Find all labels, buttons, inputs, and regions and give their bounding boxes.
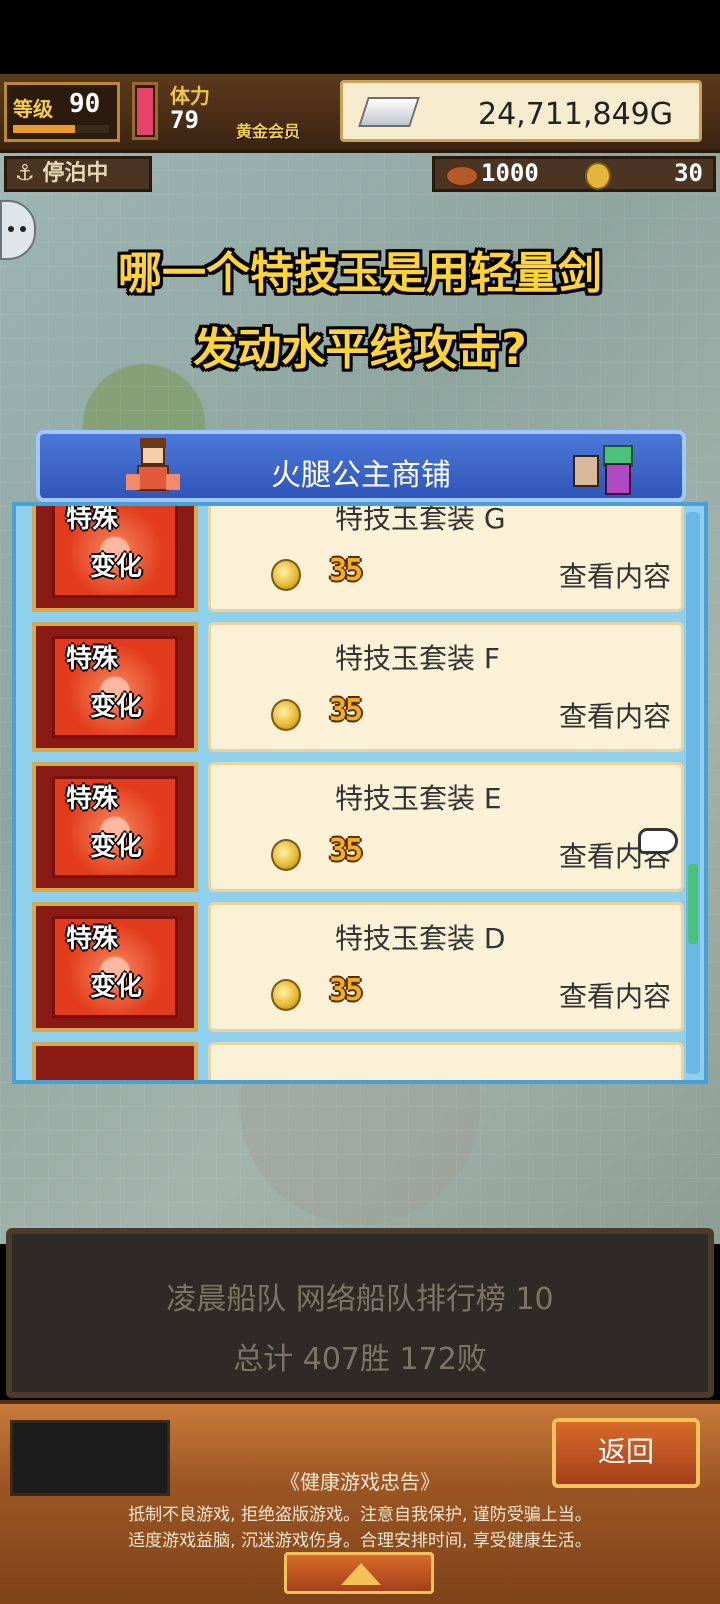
special-change-icon: 特殊 变化 — [32, 762, 198, 892]
dock-status-badge[interactable]: ⚓ 停泊中 — [4, 156, 152, 192]
shop-header: 火腿公主商铺 — [36, 430, 686, 502]
item-icon-label-1: 特殊 — [66, 924, 119, 954]
level-box: 等级 90 — [4, 82, 120, 142]
special-change-icon: 特殊 变化 — [32, 622, 198, 752]
resource-a-value: 1000 — [481, 159, 539, 187]
item-icon-label-1: 特殊 — [66, 644, 119, 674]
health-advice-title: 《健康游戏忠告》 — [280, 1470, 440, 1494]
item-name: 特技玉套装 E — [335, 782, 502, 815]
item-price: 35 — [329, 833, 363, 868]
item-icon-label-1: 特殊 — [66, 784, 119, 814]
item-icon-label-2: 变化 — [90, 832, 143, 862]
status-row: ⚓ 停泊中 1000 30 — [0, 152, 720, 196]
level-progress-bar — [13, 125, 109, 133]
health-advice-line-1: 抵制不良游戏, 拒绝盗版游戏。注意自我保护, 谨防受骗上当。 — [128, 1505, 592, 1525]
fleet-ranking-panel: 凌晨船队 网络船队排行榜 10 总计 407胜 172败 — [6, 1228, 714, 1398]
item-icon-label-2: 变化 — [90, 972, 143, 1002]
view-contents-button[interactable]: 查看内容 — [559, 555, 671, 595]
silver-bar-icon — [358, 97, 420, 127]
medal-coin-icon — [271, 559, 301, 591]
medal-coin-icon — [271, 979, 301, 1011]
gold-amount: 24,711,849G — [477, 97, 673, 132]
scrollbar-thumb[interactable] — [688, 864, 698, 944]
medal-icon — [585, 162, 611, 190]
level-label: 等级 — [13, 97, 53, 121]
ranking-line-1: 凌晨船队 网络船队排行榜 10 — [166, 1282, 554, 1317]
resource-bar: 1000 30 — [432, 156, 716, 192]
item-card[interactable] — [208, 1042, 684, 1080]
view-contents-button[interactable]: 查看内容 — [559, 975, 671, 1015]
merchant-icon — [573, 445, 633, 495]
medal-coin-icon — [271, 699, 301, 731]
stamina-label: 体力 — [170, 84, 210, 108]
gold-member-badge: 黄金会员 — [236, 122, 301, 141]
item-icon-label-1: 特殊 — [66, 504, 119, 534]
item-card[interactable]: 特技玉套装 D 35 查看内容 — [208, 902, 684, 1032]
item-card[interactable]: 特技玉套装 E 35 查看内容 — [208, 762, 684, 892]
bottom-bar: 返回 《健康游戏忠告》 抵制不良游戏, 拒绝盗版游戏。注意自我保护, 谨防受骗上… — [0, 1400, 720, 1604]
item-price: 35 — [329, 553, 363, 588]
item-icon-label-2: 变化 — [90, 552, 143, 582]
question-overlay: 哪一个特技玉是用轻量剑 发动水平线攻击? — [0, 236, 720, 388]
resource-b-value: 30 — [674, 159, 703, 187]
shop-item[interactable]: 特殊 变化 特技玉套装 F 35 查看内容 — [24, 618, 686, 756]
ranking-line-2: 总计 407胜 172败 — [233, 1342, 487, 1377]
hp-gauge — [132, 82, 158, 140]
shop-item[interactable]: 特殊 变化 特技玉套装 G 35 查看内容 — [24, 502, 686, 616]
level-progress-fill — [13, 125, 76, 133]
dock-status-text: 停泊中 — [42, 161, 109, 186]
item-icon-label-2: 变化 — [90, 692, 143, 722]
eye-dot — [20, 226, 26, 232]
item-name: 特技玉套装 D — [335, 922, 506, 955]
shop-item-list[interactable]: 特殊 变化 特技玉套装 G 35 查看内容 特殊 变化 特技玉套装 F 35 查… — [12, 502, 708, 1084]
scrollbar[interactable] — [686, 512, 700, 1074]
view-contents-button[interactable]: 查看内容 — [559, 695, 671, 735]
up-arrow-icon — [341, 1563, 381, 1585]
status-bar: 等级 90 体力 79 黄金会员 24,711,849G — [0, 74, 720, 153]
special-change-icon: 特殊 变化 — [32, 902, 198, 1032]
expand-menu-button[interactable] — [284, 1552, 434, 1594]
question-line-1: 哪一个特技玉是用轻量剑 — [118, 248, 602, 299]
special-change-icon: 特殊 变化 — [32, 504, 198, 612]
hp-gauge-fill — [137, 87, 153, 135]
gold-display[interactable]: 24,711,849G — [340, 80, 702, 142]
special-change-icon — [32, 1042, 198, 1080]
item-card[interactable]: 特技玉套装 G 35 查看内容 — [208, 502, 684, 612]
item-price: 35 — [329, 973, 363, 1008]
shop-item[interactable]: 特殊 变化 特技玉套装 D 35 查看内容 — [24, 898, 686, 1036]
shop-item[interactable]: 特殊 变化 特技玉套装 E 35 查看内容 — [24, 758, 686, 896]
item-card[interactable]: 特技玉套装 F 35 查看内容 — [208, 622, 684, 752]
level-value: 90 — [69, 89, 101, 119]
item-name: 特技玉套装 G — [335, 502, 506, 535]
shop-item-partial[interactable] — [24, 1038, 686, 1080]
question-line-2: 发动水平线攻击? — [193, 324, 527, 375]
meat-icon — [445, 165, 479, 187]
medal-coin-icon — [271, 839, 301, 871]
hand-pointer-icon — [638, 828, 678, 854]
stamina-value: 79 — [170, 106, 199, 134]
eye-dot — [8, 226, 14, 232]
item-name: 特技玉套装 F — [335, 642, 501, 675]
health-advice-line-2: 适度游戏益脑, 沉迷游戏伤身。合理安排时间, 享受健康生活。 — [128, 1531, 592, 1551]
item-price: 35 — [329, 693, 363, 728]
